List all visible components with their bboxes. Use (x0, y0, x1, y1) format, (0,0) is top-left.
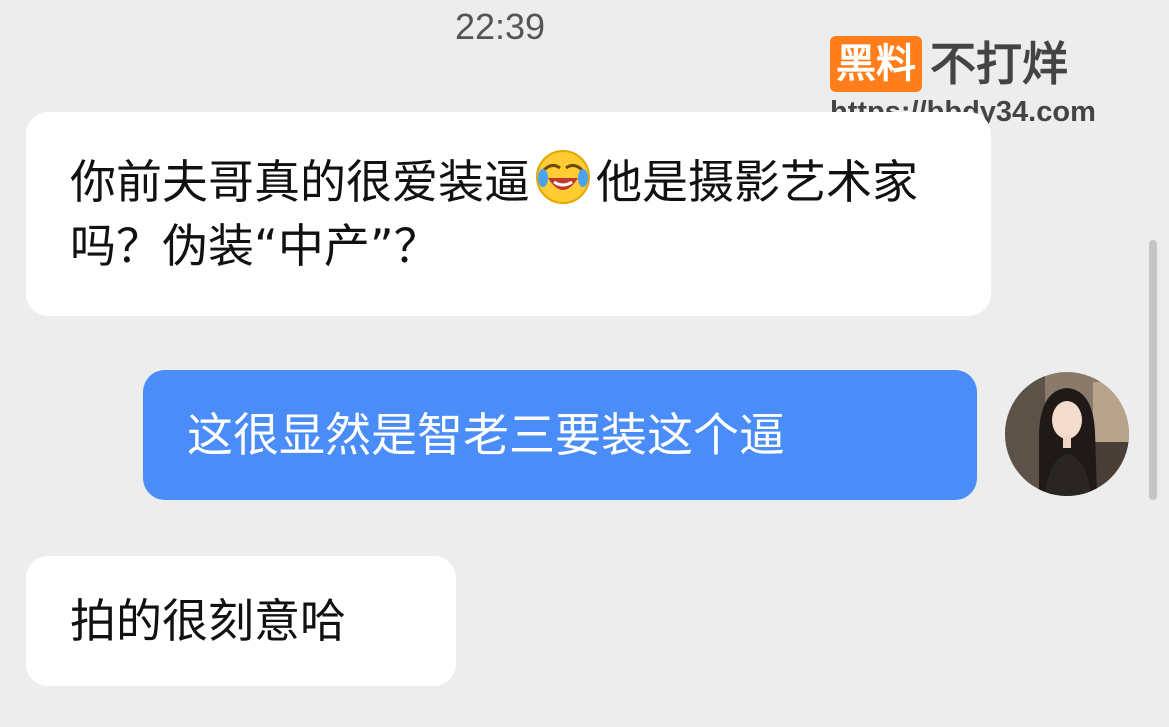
scrollbar[interactable] (1149, 240, 1157, 500)
incoming-message-bubble[interactable]: 拍的很刻意哈 (26, 556, 456, 686)
message-text: 这很显然是智老三要装这个逼 (187, 408, 785, 462)
user-avatar-icon[interactable] (1005, 372, 1129, 496)
incoming-message-bubble[interactable]: 你前夫哥真的很爱装逼 他是摄影艺术家吗？伪装“中产”？ (26, 112, 991, 316)
watermark-badge: 黑料 (830, 36, 922, 92)
watermark-title: 不打烊 (930, 37, 1068, 91)
laughing-crying-emoji-icon (534, 148, 592, 206)
watermark-title-row: 黑料 不打烊 (830, 36, 1130, 92)
message-text: 你前夫哥真的很爱装逼 (70, 155, 530, 209)
outgoing-message-bubble[interactable]: 这很显然是智老三要装这个逼 (143, 370, 977, 500)
message-text: 拍的很刻意哈 (70, 594, 346, 648)
